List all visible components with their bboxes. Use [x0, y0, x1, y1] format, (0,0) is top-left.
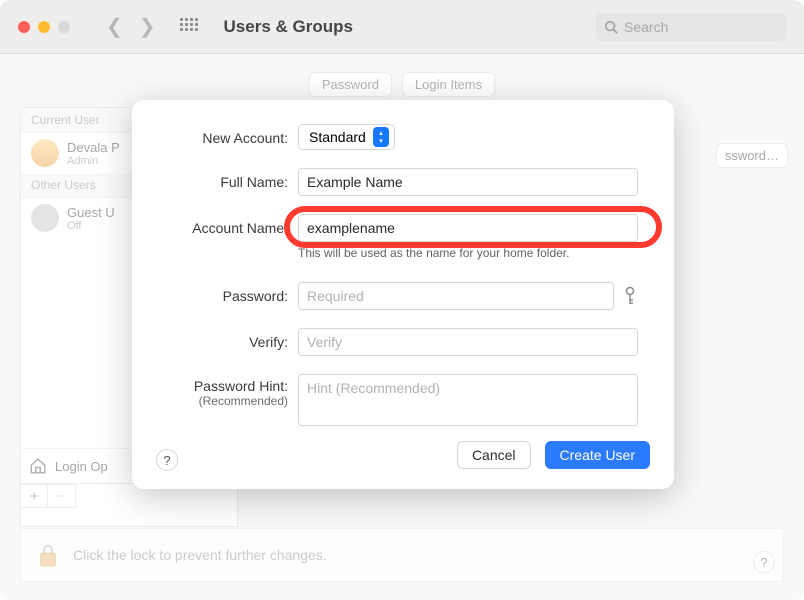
password-hint-input[interactable]	[298, 374, 638, 426]
titlebar: ❮ ❯ Users & Groups Search	[0, 0, 804, 54]
new-account-label: New Account:	[156, 124, 288, 146]
account-name-hint: This will be used as the name for your h…	[298, 246, 638, 260]
password-hint-label: Password Hint:	[156, 378, 288, 394]
account-name-input[interactable]	[298, 214, 638, 242]
cancel-button[interactable]: Cancel	[457, 441, 531, 469]
minimize-window-icon[interactable]	[38, 21, 50, 33]
key-icon[interactable]	[622, 286, 638, 306]
password-label: Password:	[156, 282, 288, 304]
account-name-label: Account Name:	[156, 214, 288, 236]
verify-label: Verify:	[156, 328, 288, 350]
show-all-prefs-icon[interactable]	[180, 18, 198, 36]
window-controls	[18, 21, 70, 33]
close-window-icon[interactable]	[18, 21, 30, 33]
search-input[interactable]: Search	[596, 13, 786, 41]
new-account-select[interactable]: Standard	[298, 124, 395, 150]
help-button[interactable]: ?	[156, 449, 178, 471]
password-input[interactable]	[298, 282, 614, 310]
pane-title: Users & Groups	[224, 17, 353, 37]
verify-input[interactable]	[298, 328, 638, 356]
search-icon	[604, 20, 618, 34]
password-hint-sublabel: (Recommended)	[156, 394, 288, 408]
create-user-button[interactable]: Create User	[545, 441, 650, 469]
forward-button[interactable]: ❯	[139, 14, 156, 39]
search-placeholder: Search	[624, 19, 668, 35]
back-button[interactable]: ❮	[106, 14, 123, 39]
full-name-label: Full Name:	[156, 168, 288, 190]
zoom-window-icon[interactable]	[58, 21, 70, 33]
new-user-sheet: New Account: Standard ▴▾ Full Name: Acco…	[132, 100, 674, 489]
full-name-input[interactable]	[298, 168, 638, 196]
